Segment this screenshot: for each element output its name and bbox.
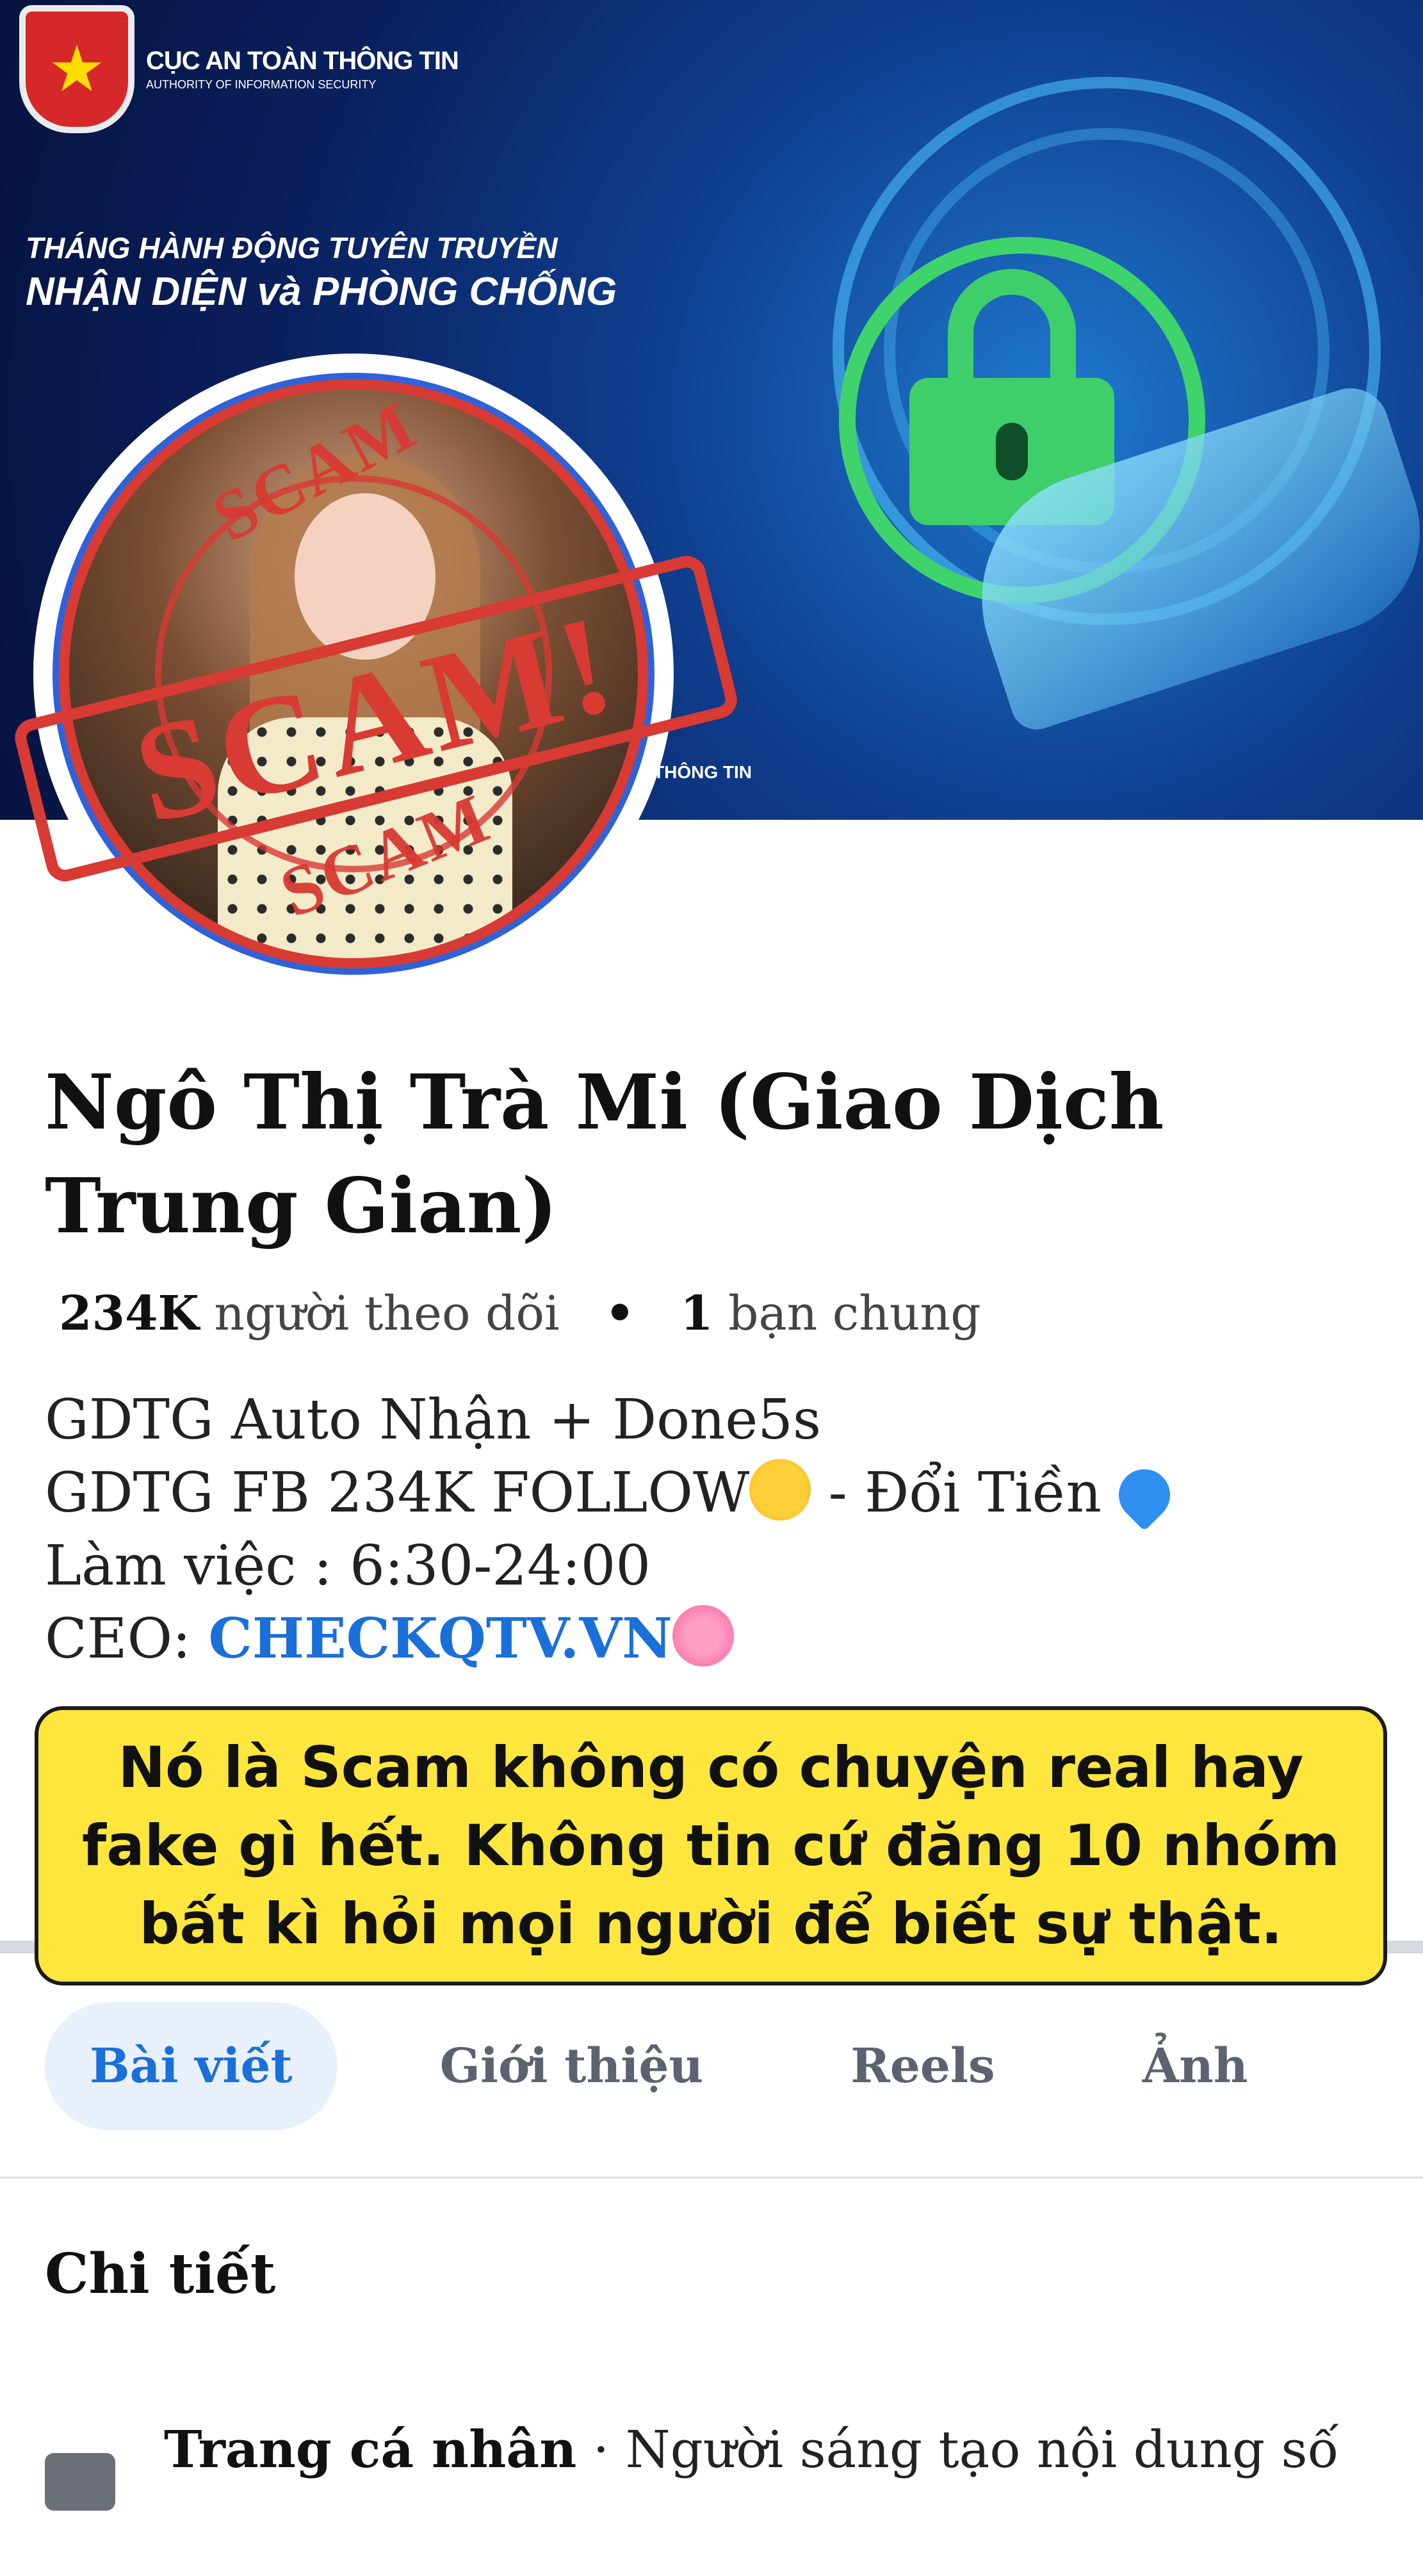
- bio-link[interactable]: CHECKQTV.VN: [208, 1606, 672, 1671]
- org-name: CỤC AN TOÀN THÔNG TIN: [146, 47, 459, 75]
- tab-photos[interactable]: Ảnh: [1098, 2002, 1293, 2130]
- bio-line4: CEO: CHECKQTV.VN: [45, 1602, 1170, 1675]
- warning-note: Nó là Scam không có chuyện real hay fake…: [35, 1706, 1387, 1985]
- bio-ceo-label: CEO:: [45, 1607, 209, 1671]
- profile-name: Ngô Thị Trà Mi (Giao Dịch Trung Gian): [45, 1057, 1164, 1250]
- star-icon: ★: [19, 5, 134, 133]
- profile-bio: GDTG Auto Nhận + Done5s GDTG FB 234K FOL…: [45, 1383, 1181, 1675]
- followers-count: 234K: [59, 1286, 199, 1341]
- detail-rest: · Người sáng tạo nội dung số: [576, 2420, 1339, 2479]
- folder-icon: [45, 2453, 115, 2511]
- mutual-count: 1: [680, 1286, 713, 1341]
- bio-line2-text-b: - Đổi Tiền: [811, 1461, 1119, 1525]
- followers-label[interactable]: người theo dõi: [214, 1286, 559, 1341]
- details-title: Chi tiết: [45, 2242, 276, 2306]
- cherry-blossom-icon: [672, 1605, 734, 1667]
- headline-line2: NHẬN DIỆN và PHÒNG CHỐNG: [26, 270, 617, 314]
- mutual-label[interactable]: bạn chung: [728, 1286, 980, 1341]
- bio-line1: GDTG Auto Nhận + Done5s: [45, 1388, 822, 1452]
- bio-line2-text-a: GDTG FB 234K FOLLOW: [45, 1461, 750, 1525]
- profile-avatar[interactable]: SCAM SCAM SCAM!: [11, 354, 741, 994]
- blue-heart-icon: [1108, 1458, 1181, 1531]
- detail-bold: Trang cá nhân: [164, 2419, 577, 2479]
- bio-line3: Làm việc : 6:30-24:00: [45, 1534, 651, 1598]
- tab-about[interactable]: Giới thiệu: [395, 2002, 749, 2130]
- detail-text: Trang cá nhân · Người sáng tạo nội dung …: [164, 2408, 1342, 2491]
- warning-note-text: Nó là Scam không có chuyện real hay fake…: [81, 1734, 1340, 1957]
- tab-reels[interactable]: Reels: [806, 2002, 1039, 2130]
- org-logo: ★ CỤC AN TOÀN THÔNG TIN AUTHORITY OF INF…: [19, 5, 459, 133]
- profile-tabs: Bài viết Giới thiệu Reels Ảnh: [45, 2002, 1293, 2130]
- cover-corner-text: THÔNG TIN: [653, 762, 752, 782]
- tab-posts[interactable]: Bài viết: [45, 2002, 337, 2130]
- bio-line2: GDTG FB 234K FOLLOW - Đổi Tiền: [45, 1456, 1181, 1531]
- headline-line1: THÁNG HÀNH ĐỘNG TUYÊN TRUYỀN: [26, 231, 558, 265]
- profile-stats: 234K người theo dõi • 1 bạn chung: [59, 1286, 981, 1341]
- tabs-divider: [0, 2176, 1423, 2179]
- stats-separator: •: [605, 1286, 635, 1341]
- org-subtitle: AUTHORITY OF INFORMATION SECURITY: [146, 78, 377, 91]
- cover-headline: THÁNG HÀNH ĐỘNG TUYÊN TRUYỀN NHẬN DIỆN v…: [26, 231, 617, 314]
- heart-eyes-emoji-icon: [749, 1459, 811, 1520]
